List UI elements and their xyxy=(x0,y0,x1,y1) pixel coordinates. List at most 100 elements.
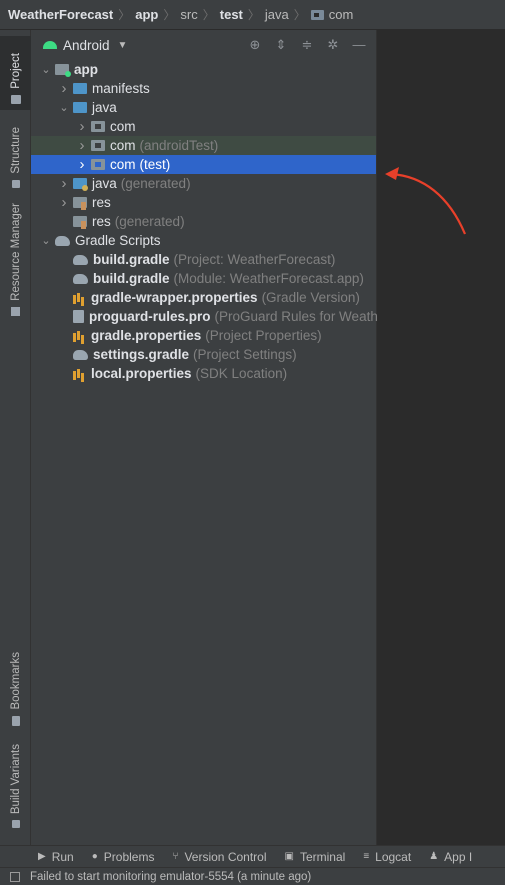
gradle-icon xyxy=(55,235,70,246)
tab-bookmarks-label: Bookmarks xyxy=(9,652,22,710)
tree-row-hint: (Project: WeatherForecast) xyxy=(173,252,336,267)
gradle-icon xyxy=(73,273,88,284)
tree-row-label: gradle.properties xyxy=(91,328,202,343)
tree-row[interactable]: › com xyxy=(31,117,376,136)
chevron-down-icon[interactable]: ▼ xyxy=(118,40,128,51)
breadcrumb-separator: 〉 xyxy=(202,8,215,22)
breadcrumb-item-com[interactable]: com xyxy=(310,7,354,22)
chevron-down-icon[interactable]: ⌄ xyxy=(39,63,53,76)
chevron-down-icon[interactable]: ⌄ xyxy=(57,101,71,114)
tree-row-hint: (generated) xyxy=(120,176,191,191)
tab-bookmarks[interactable]: Bookmarks xyxy=(0,644,31,732)
chevron-right-icon[interactable]: › xyxy=(57,80,71,97)
android-icon xyxy=(43,41,57,49)
tab-app-inspection-label: App I xyxy=(444,849,473,864)
package-folder-icon xyxy=(91,121,105,132)
tree-row-label: manifests xyxy=(92,81,150,96)
tree-row-label: com xyxy=(110,157,136,172)
tree-row-label: build.gradle xyxy=(93,252,170,267)
tree-row-hint: (Project Properties) xyxy=(205,328,322,343)
tree-row[interactable]: ⌄ app xyxy=(31,60,376,79)
breadcrumb-item-java[interactable]: java xyxy=(265,7,289,22)
tab-app-inspection[interactable]: ♟ App I xyxy=(429,850,472,864)
breadcrumb-item-test[interactable]: test xyxy=(220,7,243,22)
tree-row-label: settings.gradle xyxy=(93,347,190,362)
breadcrumb-item-project[interactable]: WeatherForecast xyxy=(8,7,113,22)
chevron-right-icon[interactable]: › xyxy=(57,175,71,192)
tree-row[interactable]: settings.gradle (Project Settings) xyxy=(31,345,376,364)
tree-row-label: com xyxy=(110,119,136,134)
properties-file-icon xyxy=(73,329,86,342)
tree-row[interactable]: › java (generated) xyxy=(31,174,376,193)
tab-structure[interactable]: Structure xyxy=(0,114,31,194)
tree-row[interactable]: ⌄ Gradle Scripts xyxy=(31,231,376,250)
expand-all-icon[interactable]: ⇕ xyxy=(274,37,288,53)
tree-row[interactable]: build.gradle (Module: WeatherForecast.app… xyxy=(31,269,376,288)
tab-terminal[interactable]: ▣ Terminal xyxy=(285,850,346,864)
breadcrumb-item-app[interactable]: app xyxy=(135,7,158,22)
tree-row[interactable]: local.properties (SDK Location) xyxy=(31,364,376,383)
tree-row[interactable]: › com (androidTest) xyxy=(31,136,376,155)
tree-row[interactable]: res (generated) xyxy=(31,212,376,231)
tree-row[interactable]: › com (test) xyxy=(31,155,376,174)
panel-toggle-icon[interactable] xyxy=(10,871,20,882)
tab-run-label: Run xyxy=(51,849,74,864)
tab-problems[interactable]: ● Problems xyxy=(92,850,155,864)
breadcrumb-separator: 〉 xyxy=(293,8,306,22)
minimize-icon[interactable]: — xyxy=(352,37,366,53)
tab-run[interactable]: ▶ Run xyxy=(38,850,74,864)
tree-row[interactable]: gradle.properties (Project Properties) xyxy=(31,326,376,345)
ide-window: WeatherForecast 〉 app 〉 src 〉 test 〉 jav… xyxy=(0,0,505,885)
tree-row[interactable]: gradle-wrapper.properties (Gradle Version… xyxy=(31,288,376,307)
resource-folder-icon xyxy=(73,197,87,210)
annotation-arrow-line xyxy=(390,172,467,235)
left-tool-stripe: Project Structure Resource Manager Bookm… xyxy=(0,30,31,845)
folder-icon xyxy=(73,83,87,94)
status-message[interactable]: Failed to start monitoring emulator-5554… xyxy=(30,871,311,883)
logcat-icon: ≡ xyxy=(363,851,370,862)
tab-project[interactable]: Project xyxy=(0,36,31,110)
tree-row-hint: (SDK Location) xyxy=(195,366,288,381)
bottom-tool-bar: ▶ Run ● Problems ⑂ Version Control ▣ Ter… xyxy=(0,845,505,867)
tree-row[interactable]: › res xyxy=(31,193,376,212)
breadcrumb-separator: 〉 xyxy=(118,8,131,22)
tree-row-hint: (ProGuard Rules for Weath xyxy=(214,309,378,324)
tree-row-label: res xyxy=(92,195,111,210)
breadcrumb-separator: 〉 xyxy=(247,8,260,22)
view-selector[interactable]: Android xyxy=(63,38,110,53)
tab-build-variants[interactable]: Build Variants xyxy=(0,742,31,834)
tree-row[interactable]: build.gradle (Project: WeatherForecast) xyxy=(31,250,376,269)
tree-row-label: gradle-wrapper.properties xyxy=(91,290,258,305)
tree-row[interactable]: › manifests xyxy=(31,79,376,98)
tab-version-control[interactable]: ⑂ Version Control xyxy=(172,850,266,864)
tree-row-hint: (generated) xyxy=(114,214,185,229)
breadcrumb: WeatherForecast 〉 app 〉 src 〉 test 〉 jav… xyxy=(0,0,505,30)
tree-row[interactable]: proguard-rules.pro (ProGuard Rules for We… xyxy=(31,307,378,326)
gear-icon[interactable]: ✲ xyxy=(326,37,340,53)
breadcrumb-item-com-label: com xyxy=(328,7,354,22)
generated-folder-icon xyxy=(73,178,88,191)
chevron-right-icon[interactable]: › xyxy=(75,118,89,135)
folder-icon xyxy=(10,95,21,104)
chevron-down-icon[interactable]: ⌄ xyxy=(39,234,53,247)
chevron-right-icon[interactable]: › xyxy=(75,156,89,173)
resource-folder-icon xyxy=(73,216,87,229)
tab-project-label: Project xyxy=(9,53,22,89)
package-folder-icon xyxy=(91,140,105,151)
tree-row-label: com xyxy=(110,138,136,153)
chevron-right-icon[interactable]: › xyxy=(75,137,89,154)
tree-row[interactable]: ⌄ java xyxy=(31,98,376,117)
tab-resource-manager[interactable]: Resource Manager xyxy=(0,198,31,322)
tab-logcat[interactable]: ≡ Logcat xyxy=(363,850,411,864)
crosshair-icon[interactable]: ⊕ xyxy=(248,37,262,53)
status-bar: Failed to start monitoring emulator-5554… xyxy=(0,867,505,885)
document-icon xyxy=(73,310,84,323)
chevron-right-icon[interactable]: › xyxy=(57,194,71,211)
project-tree: ⌄ app › manifests ⌄ java › com › com (androidTest)… xyxy=(31,60,378,383)
tree-row-label: java xyxy=(92,100,117,115)
tree-row-hint: (test) xyxy=(139,157,171,172)
collapse-all-icon[interactable]: ≑ xyxy=(300,37,314,53)
build-variants-icon xyxy=(11,820,20,828)
properties-file-icon xyxy=(73,367,86,380)
breadcrumb-item-src[interactable]: src xyxy=(180,7,197,22)
